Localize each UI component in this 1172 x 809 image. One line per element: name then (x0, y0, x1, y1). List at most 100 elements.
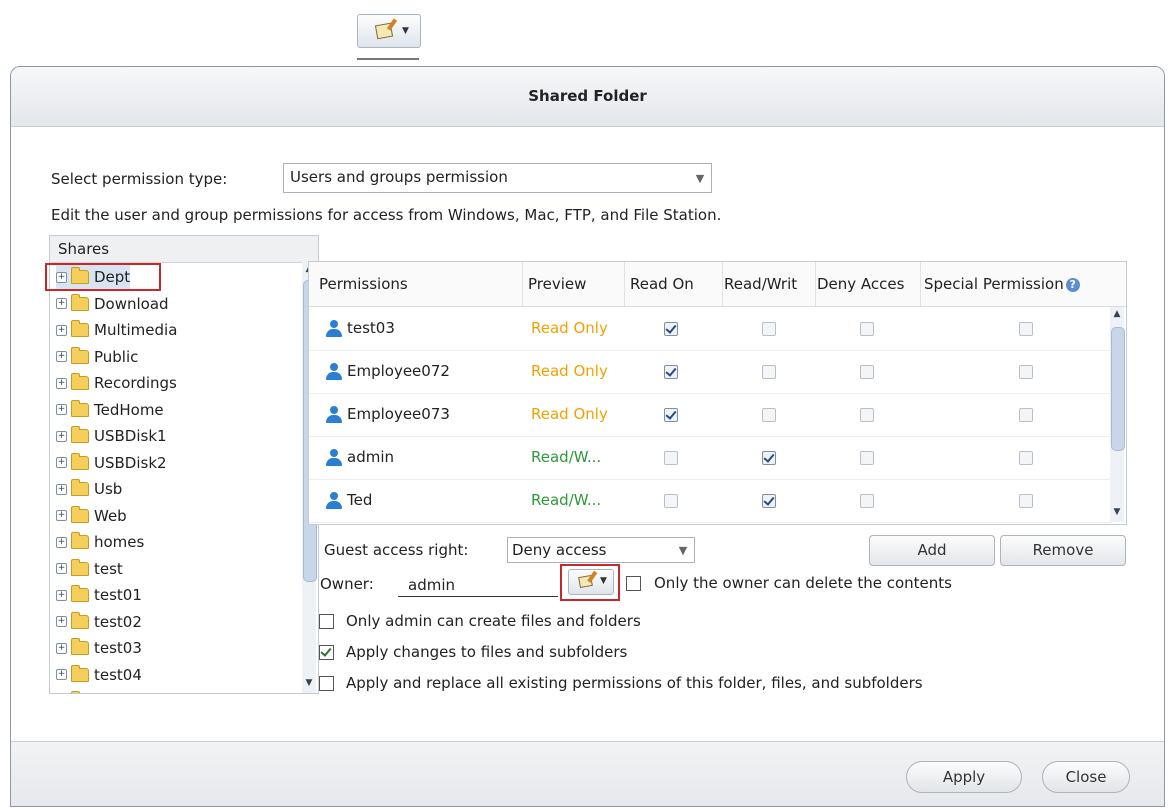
shared-folder-dialog: Shared Folder Select permission type: Us… (10, 66, 1165, 807)
share-item[interactable]: + test03 (56, 635, 142, 661)
share-item[interactable]: +test05 (56, 688, 142, 693)
deny-access-checkbox[interactable] (860, 451, 874, 465)
admin-create-only-checkbox[interactable] (319, 614, 334, 629)
permission-row[interactable]: Employee072 Read Only (309, 350, 1112, 394)
read-write-checkbox[interactable] (762, 408, 776, 422)
expand-icon[interactable]: + (56, 351, 67, 362)
expand-icon[interactable]: + (56, 669, 67, 680)
special-permission-checkbox[interactable] (1019, 494, 1033, 508)
expand-icon[interactable]: + (56, 589, 67, 601)
deny-access-checkbox[interactable] (860, 365, 874, 379)
permission-type-select[interactable]: Users and groups permission ▼ (283, 163, 712, 193)
share-item[interactable]: + test04 (56, 662, 142, 688)
col-deny-access[interactable]: Deny Acces (815, 262, 921, 306)
read-write-checkbox[interactable] (762, 494, 776, 508)
folder-icon (71, 373, 89, 390)
share-label: test03 (94, 639, 142, 657)
share-item[interactable]: + Web (56, 503, 127, 529)
scroll-down-icon[interactable]: ▼ (1111, 507, 1123, 521)
share-item[interactable]: + test02 (56, 609, 142, 635)
share-label: Public (94, 347, 139, 366)
expand-icon[interactable]: + (56, 616, 67, 627)
apply-to-subfolders-checkbox[interactable] (319, 645, 334, 660)
read-write-checkbox[interactable] (762, 451, 776, 465)
permission-row[interactable]: Ted Read/W... (309, 479, 1112, 523)
user-name: Employee073 (347, 405, 450, 423)
grid-scrollbar[interactable]: ▲ ▼ (1110, 307, 1125, 522)
expand-icon[interactable]: + (56, 510, 67, 521)
add-button[interactable]: Add (869, 535, 995, 566)
preview-cell: Read Only (531, 362, 608, 380)
permission-row[interactable]: Employee073 Read Only (309, 393, 1112, 437)
option-label: Only the owner can delete the contents (654, 574, 952, 592)
share-item[interactable]: + USBDisk1 (56, 423, 167, 449)
remove-button[interactable]: Remove (1000, 535, 1126, 566)
expand-icon[interactable]: + (56, 430, 67, 442)
read-write-checkbox[interactable] (762, 365, 776, 379)
scroll-up-icon[interactable]: ▲ (1111, 309, 1123, 323)
read-only-checkbox[interactable] (664, 322, 678, 336)
user-name: Ted (347, 491, 373, 509)
close-button[interactable]: Close (1042, 761, 1130, 793)
share-item[interactable]: + test (56, 556, 123, 582)
edit-owner-button-callout[interactable]: ▼ (357, 14, 421, 48)
user-name: admin (347, 448, 394, 466)
apply-button[interactable]: Apply (906, 761, 1022, 793)
scroll-down-icon[interactable]: ▼ (303, 678, 315, 692)
chevron-down-icon: ▼ (695, 171, 705, 185)
read-only-checkbox[interactable] (664, 408, 678, 422)
special-permission-checkbox[interactable] (1019, 365, 1033, 379)
share-item[interactable]: + homes (56, 529, 144, 555)
special-permission-checkbox[interactable] (1019, 451, 1033, 465)
expand-icon[interactable]: + (56, 536, 67, 548)
preview-cell: Read Only (531, 405, 608, 423)
share-item[interactable]: + Download (56, 291, 169, 317)
dialog-footer: Apply Close (11, 741, 1164, 806)
deny-access-checkbox[interactable] (860, 494, 874, 508)
folder-icon (71, 558, 89, 576)
expand-icon[interactable]: + (56, 642, 67, 654)
share-item[interactable]: + Usb (56, 476, 122, 502)
permission-row[interactable]: test03 Read Only (309, 307, 1112, 351)
expand-icon[interactable]: + (56, 563, 67, 574)
folder-icon (71, 479, 89, 496)
read-only-checkbox[interactable] (664, 365, 678, 379)
help-icon[interactable]: ? (1065, 277, 1080, 292)
expand-icon[interactable]: + (56, 457, 67, 468)
read-only-checkbox[interactable] (664, 494, 678, 508)
read-only-checkbox[interactable] (664, 451, 678, 465)
col-permissions[interactable]: Permissions (309, 262, 523, 306)
expand-icon[interactable]: + (56, 298, 67, 309)
deny-access-checkbox[interactable] (860, 322, 874, 336)
col-read-only[interactable]: Read On (624, 262, 723, 306)
guest-access-select[interactable]: Deny access ▼ (507, 537, 695, 563)
folder-icon (71, 638, 89, 655)
option-label: Apply and replace all existing permissio… (346, 674, 923, 692)
expand-icon[interactable]: + (56, 324, 67, 336)
permission-row[interactable]: admin Read/W... (309, 436, 1112, 480)
col-read-write[interactable]: Read/Writ (722, 262, 816, 306)
option-label: Apply changes to files and subfolders (346, 643, 628, 661)
expand-icon[interactable]: + (56, 404, 67, 415)
share-item[interactable]: + test01 (56, 582, 142, 608)
expand-icon[interactable]: + (56, 377, 67, 389)
col-preview[interactable]: Preview (522, 262, 625, 306)
read-write-checkbox[interactable] (762, 322, 776, 336)
col-special-permission[interactable]: Special Permission? (920, 262, 1126, 306)
grid-scroll-thumb[interactable] (1111, 327, 1125, 451)
share-item[interactable]: + USBDisk2 (56, 450, 167, 476)
share-item[interactable]: + TedHome (56, 397, 164, 423)
special-permission-checkbox[interactable] (1019, 408, 1033, 422)
share-label: test (94, 559, 123, 578)
share-label: test01 (94, 586, 142, 604)
expand-icon[interactable]: + (56, 483, 67, 495)
deny-access-checkbox[interactable] (860, 408, 874, 422)
share-item[interactable]: + Public (56, 344, 138, 370)
owner-delete-only-checkbox[interactable] (626, 576, 641, 591)
share-item[interactable]: + Multimedia (56, 317, 177, 343)
special-permission-checkbox[interactable] (1019, 322, 1033, 336)
permission-type-value: Users and groups permission (290, 168, 508, 186)
replace-all-permissions-checkbox[interactable] (319, 676, 334, 691)
share-item[interactable]: + Recordings (56, 370, 177, 396)
owner-field[interactable]: admin (398, 572, 558, 597)
